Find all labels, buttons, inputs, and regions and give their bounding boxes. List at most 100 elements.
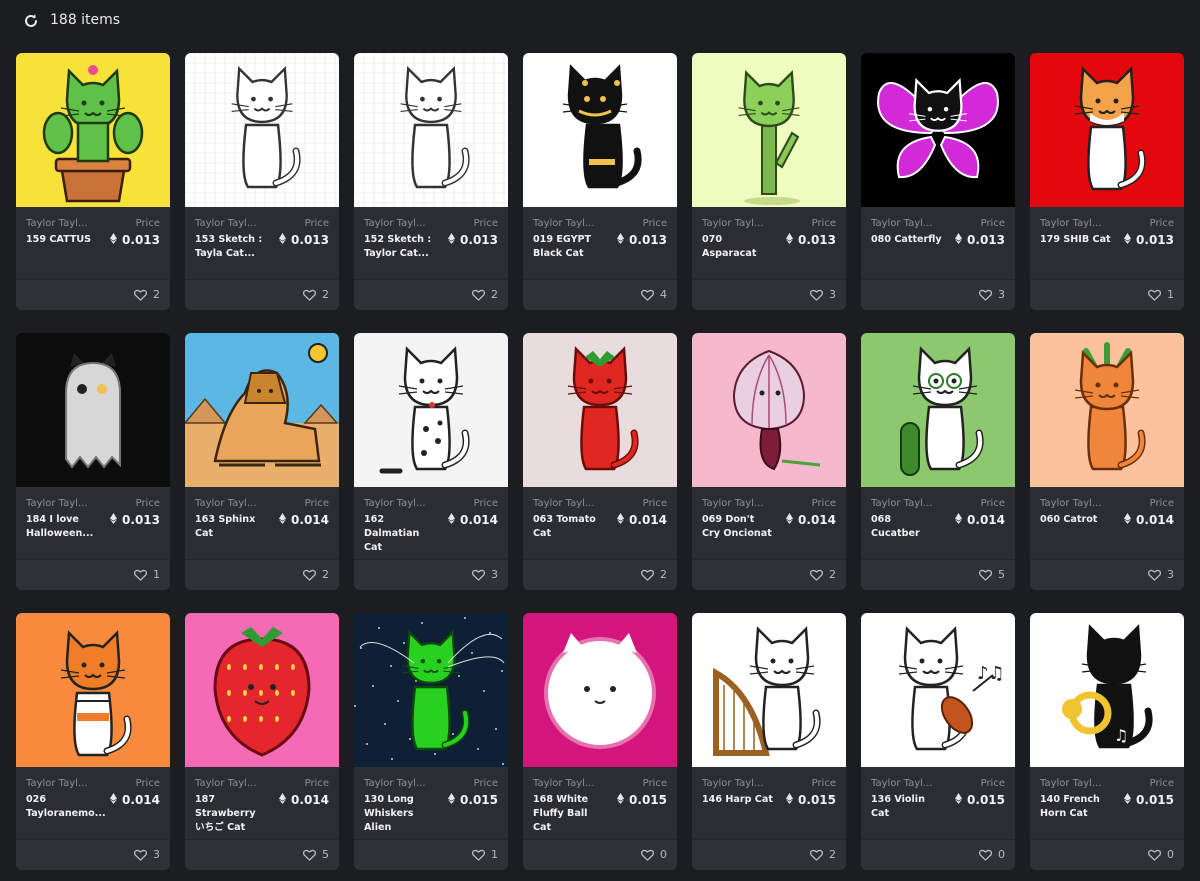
like-button[interactable]: 5 xyxy=(979,568,1005,581)
heart-icon[interactable] xyxy=(303,849,316,861)
creator-name[interactable]: Taylor Tayl... xyxy=(1040,218,1102,229)
creator-name[interactable]: Taylor Tayl... xyxy=(195,778,257,789)
nft-image[interactable] xyxy=(354,613,508,767)
nft-title[interactable]: 163 Sphinx Cat xyxy=(195,513,267,541)
heart-icon[interactable] xyxy=(134,849,147,861)
nft-card[interactable]: Taylor Tayl... 063 Tomato Cat Price 0.01… xyxy=(523,333,677,590)
nft-title[interactable]: 140 French Horn Cat xyxy=(1040,793,1112,821)
heart-icon[interactable] xyxy=(641,569,654,581)
like-button[interactable]: 0 xyxy=(641,848,667,861)
nft-title[interactable]: 153 Sketch : Tayla Cat... xyxy=(195,233,267,261)
nft-image[interactable] xyxy=(523,53,677,207)
nft-title[interactable]: 184 I love Halloween... xyxy=(26,513,98,541)
heart-icon[interactable] xyxy=(303,569,316,581)
heart-icon[interactable] xyxy=(134,289,147,301)
heart-icon[interactable] xyxy=(1148,569,1161,581)
nft-title[interactable]: 146 Harp Cat xyxy=(702,793,774,807)
heart-icon[interactable] xyxy=(810,569,823,581)
heart-icon[interactable] xyxy=(472,849,485,861)
nft-image[interactable] xyxy=(523,613,677,767)
creator-name[interactable]: Taylor Tayl... xyxy=(533,778,595,789)
creator-name[interactable]: Taylor Tayl... xyxy=(26,218,88,229)
creator-name[interactable]: Taylor Tayl... xyxy=(364,218,426,229)
like-button[interactable]: 2 xyxy=(303,568,329,581)
nft-card[interactable]: Taylor Tayl... 070 Asparacat Price 0.013… xyxy=(692,53,846,310)
nft-card[interactable]: Taylor Tayl... 060 Catrot Price 0.014 3 xyxy=(1030,333,1184,590)
nft-card[interactable]: Taylor Tayl... 184 I love Halloween... P… xyxy=(16,333,170,590)
nft-card[interactable]: Taylor Tayl... 163 Sphinx Cat Price 0.01… xyxy=(185,333,339,590)
nft-card[interactable]: Taylor Tayl... 179 SHIB Cat Price 0.013 … xyxy=(1030,53,1184,310)
heart-icon[interactable] xyxy=(979,289,992,301)
nft-image[interactable] xyxy=(692,333,846,487)
nft-card[interactable]: Taylor Tayl... 019 EGYPT Black Cat Price… xyxy=(523,53,677,310)
like-button[interactable]: 1 xyxy=(1148,288,1174,301)
creator-name[interactable]: Taylor Tayl... xyxy=(195,498,257,509)
creator-name[interactable]: Taylor Tayl... xyxy=(533,218,595,229)
like-button[interactable]: 3 xyxy=(134,848,160,861)
nft-title[interactable]: 187 Strawberry いちご Cat xyxy=(195,793,267,835)
creator-name[interactable]: Taylor Tayl... xyxy=(26,498,88,509)
like-button[interactable]: 0 xyxy=(979,848,1005,861)
nft-card[interactable]: ♪♫ Taylor Tayl... 136 Violin Cat Price 0… xyxy=(861,613,1015,870)
nft-image[interactable] xyxy=(692,53,846,207)
heart-icon[interactable] xyxy=(979,849,992,861)
nft-image[interactable] xyxy=(16,613,170,767)
like-button[interactable]: 1 xyxy=(472,848,498,861)
like-button[interactable]: 2 xyxy=(810,848,836,861)
like-button[interactable]: 4 xyxy=(641,288,667,301)
nft-title[interactable]: 080 Catterfly xyxy=(871,233,943,247)
nft-title[interactable]: 179 SHIB Cat xyxy=(1040,233,1112,247)
nft-title[interactable]: 026 Tayloranemo... xyxy=(26,793,106,821)
nft-image[interactable]: ♫ xyxy=(1030,613,1184,767)
heart-icon[interactable] xyxy=(810,289,823,301)
heart-icon[interactable] xyxy=(979,569,992,581)
nft-card[interactable]: Taylor Tayl... 069 Don't Cry Oncionat Pr… xyxy=(692,333,846,590)
creator-name[interactable]: Taylor Tayl... xyxy=(871,778,933,789)
heart-icon[interactable] xyxy=(472,289,485,301)
heart-icon[interactable] xyxy=(472,569,485,581)
nft-card[interactable]: Taylor Tayl... 146 Harp Cat Price 0.015 … xyxy=(692,613,846,870)
like-button[interactable]: 3 xyxy=(979,288,1005,301)
nft-title[interactable]: 136 Violin Cat xyxy=(871,793,943,821)
nft-title[interactable]: 068 Cucatber xyxy=(871,513,943,541)
nft-image[interactable] xyxy=(523,333,677,487)
nft-title[interactable]: 019 EGYPT Black Cat xyxy=(533,233,605,261)
creator-name[interactable]: Taylor Tayl... xyxy=(1040,778,1102,789)
nft-title[interactable]: 070 Asparacat xyxy=(702,233,774,261)
creator-name[interactable]: Taylor Tayl... xyxy=(702,778,764,789)
creator-name[interactable]: Taylor Tayl... xyxy=(364,778,426,789)
heart-icon[interactable] xyxy=(641,849,654,861)
nft-card[interactable]: Taylor Tayl... 187 Strawberry いちご Cat Pr… xyxy=(185,613,339,870)
nft-image[interactable] xyxy=(185,333,339,487)
heart-icon[interactable] xyxy=(1148,849,1161,861)
nft-card[interactable]: Taylor Tayl... 159 CATTUS Price 0.013 2 xyxy=(16,53,170,310)
nft-image[interactable]: ♪♫ xyxy=(861,613,1015,767)
nft-image[interactable] xyxy=(1030,53,1184,207)
like-button[interactable]: 2 xyxy=(472,288,498,301)
creator-name[interactable]: Taylor Tayl... xyxy=(533,498,595,509)
creator-name[interactable]: Taylor Tayl... xyxy=(702,218,764,229)
nft-card[interactable]: Taylor Tayl... 080 Catterfly Price 0.013… xyxy=(861,53,1015,310)
nft-card[interactable]: Taylor Tayl... 153 Sketch : Tayla Cat...… xyxy=(185,53,339,310)
nft-title[interactable]: 162 Dalmatian Cat xyxy=(364,513,436,555)
nft-image[interactable] xyxy=(861,53,1015,207)
nft-card[interactable]: Taylor Tayl... 130 Long Whiskers Alien P… xyxy=(354,613,508,870)
nft-title[interactable]: 159 CATTUS xyxy=(26,233,98,247)
heart-icon[interactable] xyxy=(810,849,823,861)
nft-card[interactable]: Taylor Tayl... 068 Cucatber Price 0.014 … xyxy=(861,333,1015,590)
heart-icon[interactable] xyxy=(641,289,654,301)
like-button[interactable]: 1 xyxy=(134,568,160,581)
creator-name[interactable]: Taylor Tayl... xyxy=(1040,498,1102,509)
creator-name[interactable]: Taylor Tayl... xyxy=(871,498,933,509)
creator-name[interactable]: Taylor Tayl... xyxy=(195,218,257,229)
heart-icon[interactable] xyxy=(134,569,147,581)
nft-image[interactable] xyxy=(354,333,508,487)
nft-image[interactable] xyxy=(861,333,1015,487)
like-button[interactable]: 3 xyxy=(810,288,836,301)
nft-title[interactable]: 168 White Fluffy Ball Cat xyxy=(533,793,605,835)
like-button[interactable]: 2 xyxy=(303,288,329,301)
nft-title[interactable]: 069 Don't Cry Oncionat xyxy=(702,513,774,541)
nft-image[interactable] xyxy=(16,53,170,207)
nft-image[interactable] xyxy=(1030,333,1184,487)
like-button[interactable]: 3 xyxy=(1148,568,1174,581)
